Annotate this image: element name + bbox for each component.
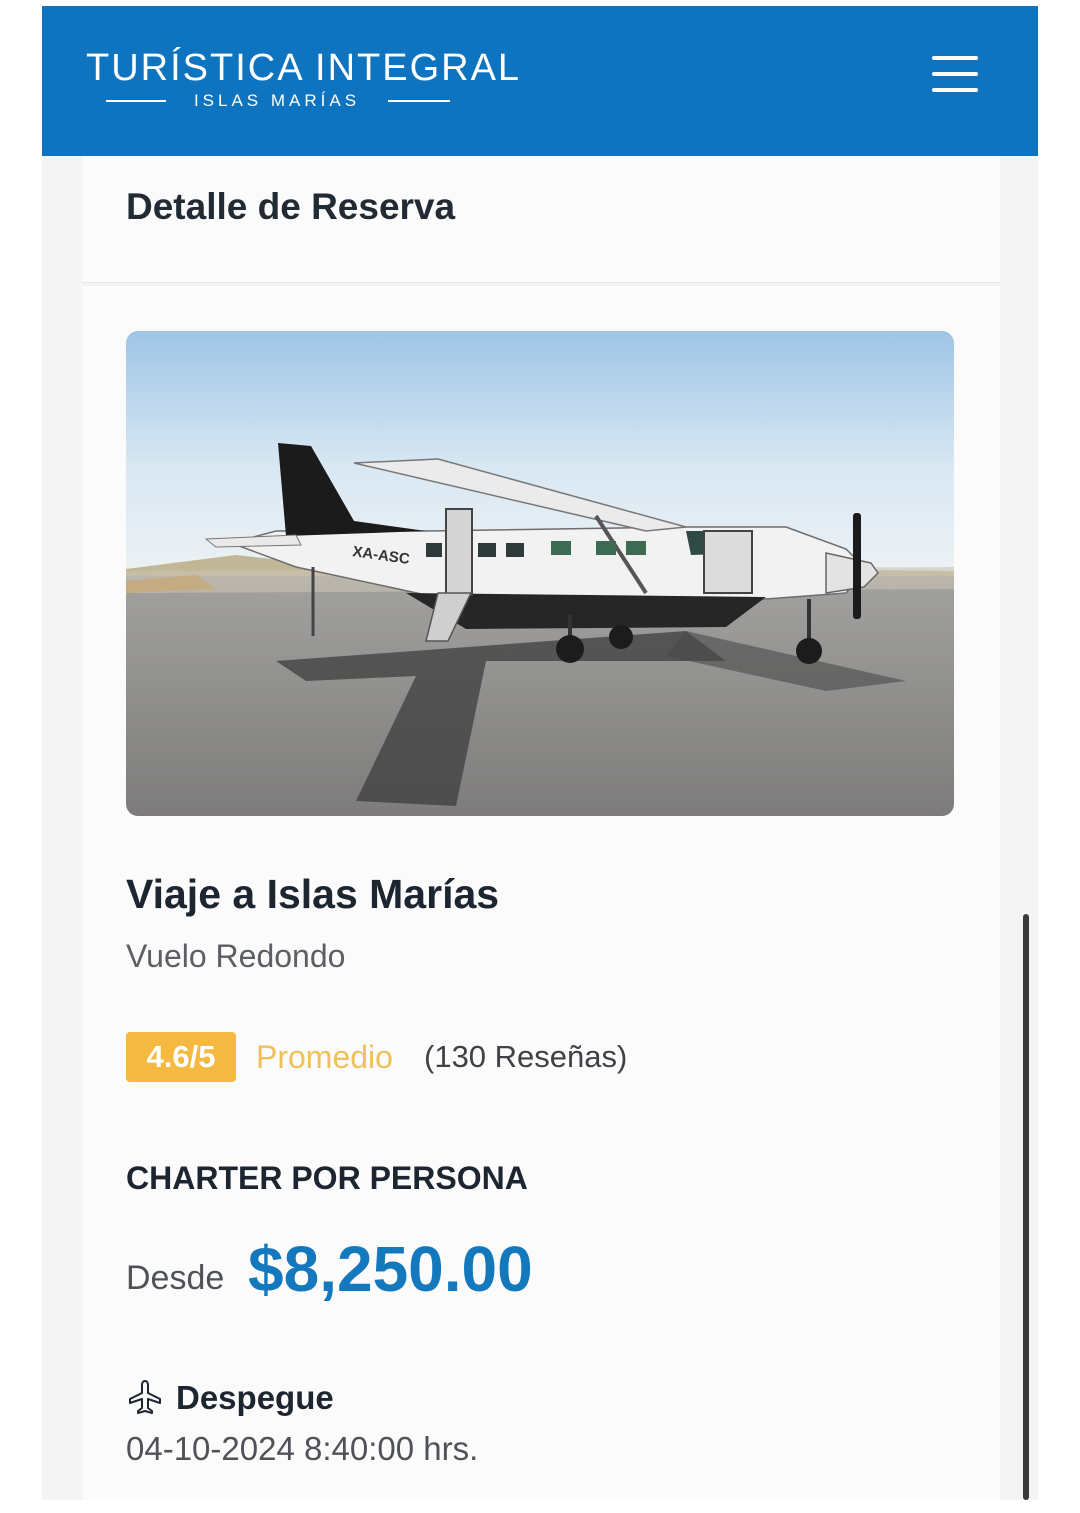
- trip-title: Viaje a Islas Marías: [126, 871, 500, 917]
- departure-label: Despegue: [176, 1379, 334, 1416]
- rating-label: Promedio: [256, 1039, 393, 1075]
- aircraft-photo-illustration: XA-ASC: [126, 331, 954, 816]
- trip-type: Vuelo Redondo: [126, 938, 346, 974]
- menu-line: [932, 56, 978, 60]
- top-navigation-bar: TURÍSTICA INTEGRAL ISLAS MARÍAS: [42, 6, 1038, 156]
- departure-row: Despegue: [126, 1376, 626, 1420]
- menu-line: [932, 72, 978, 76]
- price-amount: $8,250.00: [248, 1233, 533, 1305]
- trip-detail-card: XA-ASC Viaje a Islas Marías Vuelo Redond…: [82, 286, 1000, 1500]
- hamburger-menu-icon[interactable]: [928, 50, 984, 98]
- brand-name: TURÍSTICA INTEGRAL: [86, 47, 522, 89]
- brand-logo[interactable]: TURÍSTICA INTEGRAL ISLAS MARÍAS: [86, 46, 522, 116]
- rating-row: 4.6/5 Promedio (130 Reseñas): [126, 1032, 826, 1084]
- departure-datetime: 04-10-2024 8:40:00 hrs.: [126, 1430, 479, 1467]
- app-screen: TURÍSTICA INTEGRAL ISLAS MARÍAS Detalle …: [42, 6, 1038, 1500]
- menu-line: [932, 88, 978, 92]
- review-count[interactable]: (130 Reseñas): [424, 1032, 627, 1082]
- price-heading: CHARTER POR PERSONA: [126, 1160, 528, 1196]
- brand-subtitle-row: ISLAS MARÍAS: [106, 90, 452, 112]
- logo-divider-left: [106, 100, 166, 102]
- reservation-header-card: Detalle de Reserva: [82, 156, 1000, 283]
- page-title: Detalle de Reserva: [126, 186, 456, 227]
- rating-badge: 4.6/5: [126, 1032, 236, 1082]
- airplane-icon: [129, 1380, 161, 1414]
- vertical-scrollbar[interactable]: [1023, 914, 1029, 1500]
- price-row: Desde $8,250.00: [126, 1226, 826, 1306]
- logo-divider-right: [388, 100, 450, 102]
- price-prefix: Desde: [126, 1259, 225, 1297]
- brand-subtitle: ISLAS MARÍAS: [193, 91, 361, 110]
- aircraft-photo: XA-ASC: [126, 331, 954, 816]
